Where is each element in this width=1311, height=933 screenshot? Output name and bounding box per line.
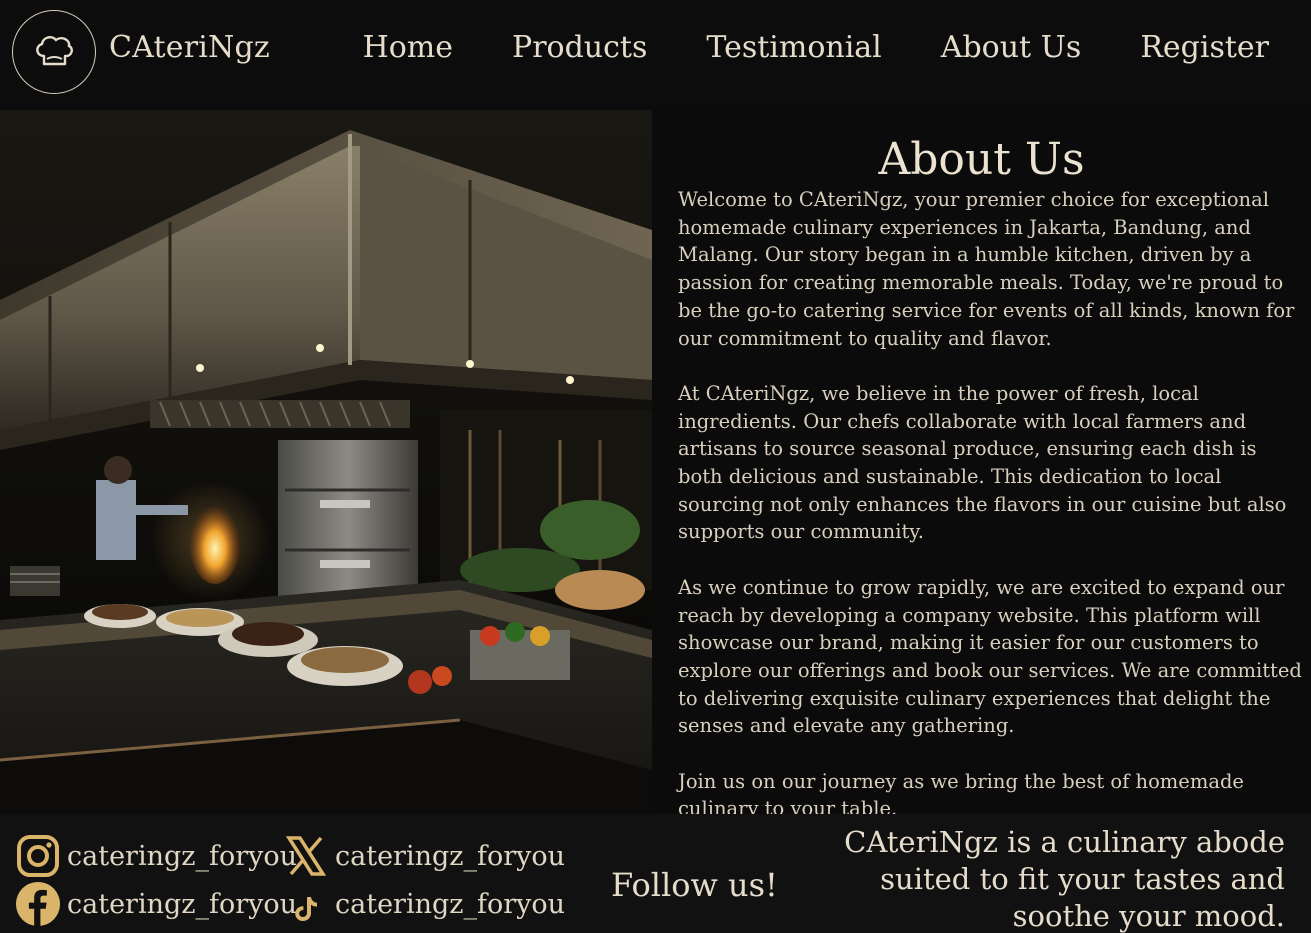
brand-name: CAteriNgz <box>109 30 270 65</box>
site-header: CAteriNgz Home Products Testimonial Abou… <box>0 0 1311 110</box>
social-handle: cateringz_foryou <box>335 888 566 920</box>
social-tiktok[interactable]: cateringz_foryou <box>283 881 565 927</box>
follow-us-label: Follow us! <box>611 866 778 904</box>
social-instagram[interactable]: cateringz_foryou <box>15 833 297 879</box>
about-paragraph: Welcome to CAteriNgz, your premier choic… <box>678 188 1295 350</box>
tiktok-icon <box>283 881 329 927</box>
social-handle: cateringz_foryou <box>335 840 566 872</box>
facebook-icon <box>15 881 61 927</box>
kitchen-photo <box>0 110 652 814</box>
nav-home[interactable]: Home <box>363 30 453 65</box>
about-paragraph: At CAteriNgz, we believe in the power of… <box>678 381 1287 544</box>
about-paragraph: As we continue to grow rapidly, we are e… <box>678 575 1302 738</box>
about-text: Welcome to CAteriNgz, your premier choic… <box>678 186 1303 851</box>
site-footer: cateringz_foryou cateringz_foryou cateri… <box>0 814 1311 933</box>
x-icon <box>283 833 329 879</box>
nav-register[interactable]: Register <box>1140 30 1269 65</box>
social-handle: cateringz_foryou <box>67 840 298 872</box>
nav-testimonial[interactable]: Testimonial <box>706 30 881 65</box>
main-nav: Home Products Testimonial About Us Regis… <box>304 30 1269 65</box>
instagram-icon <box>15 833 61 879</box>
social-x[interactable]: cateringz_foryou <box>283 833 565 879</box>
chef-hat-icon <box>36 36 73 66</box>
nav-products[interactable]: Products <box>512 30 647 65</box>
social-handle: cateringz_foryou <box>67 888 298 920</box>
nav-about-us[interactable]: About Us <box>941 30 1082 65</box>
about-title: About Us <box>878 134 1085 185</box>
social-facebook[interactable]: cateringz_foryou <box>15 881 297 927</box>
logo[interactable] <box>12 10 96 94</box>
about-section: About Us Welcome to CAteriNgz, your prem… <box>652 110 1311 820</box>
footer-tagline: CAteriNgz is a culinary abode suited to … <box>844 825 1285 933</box>
